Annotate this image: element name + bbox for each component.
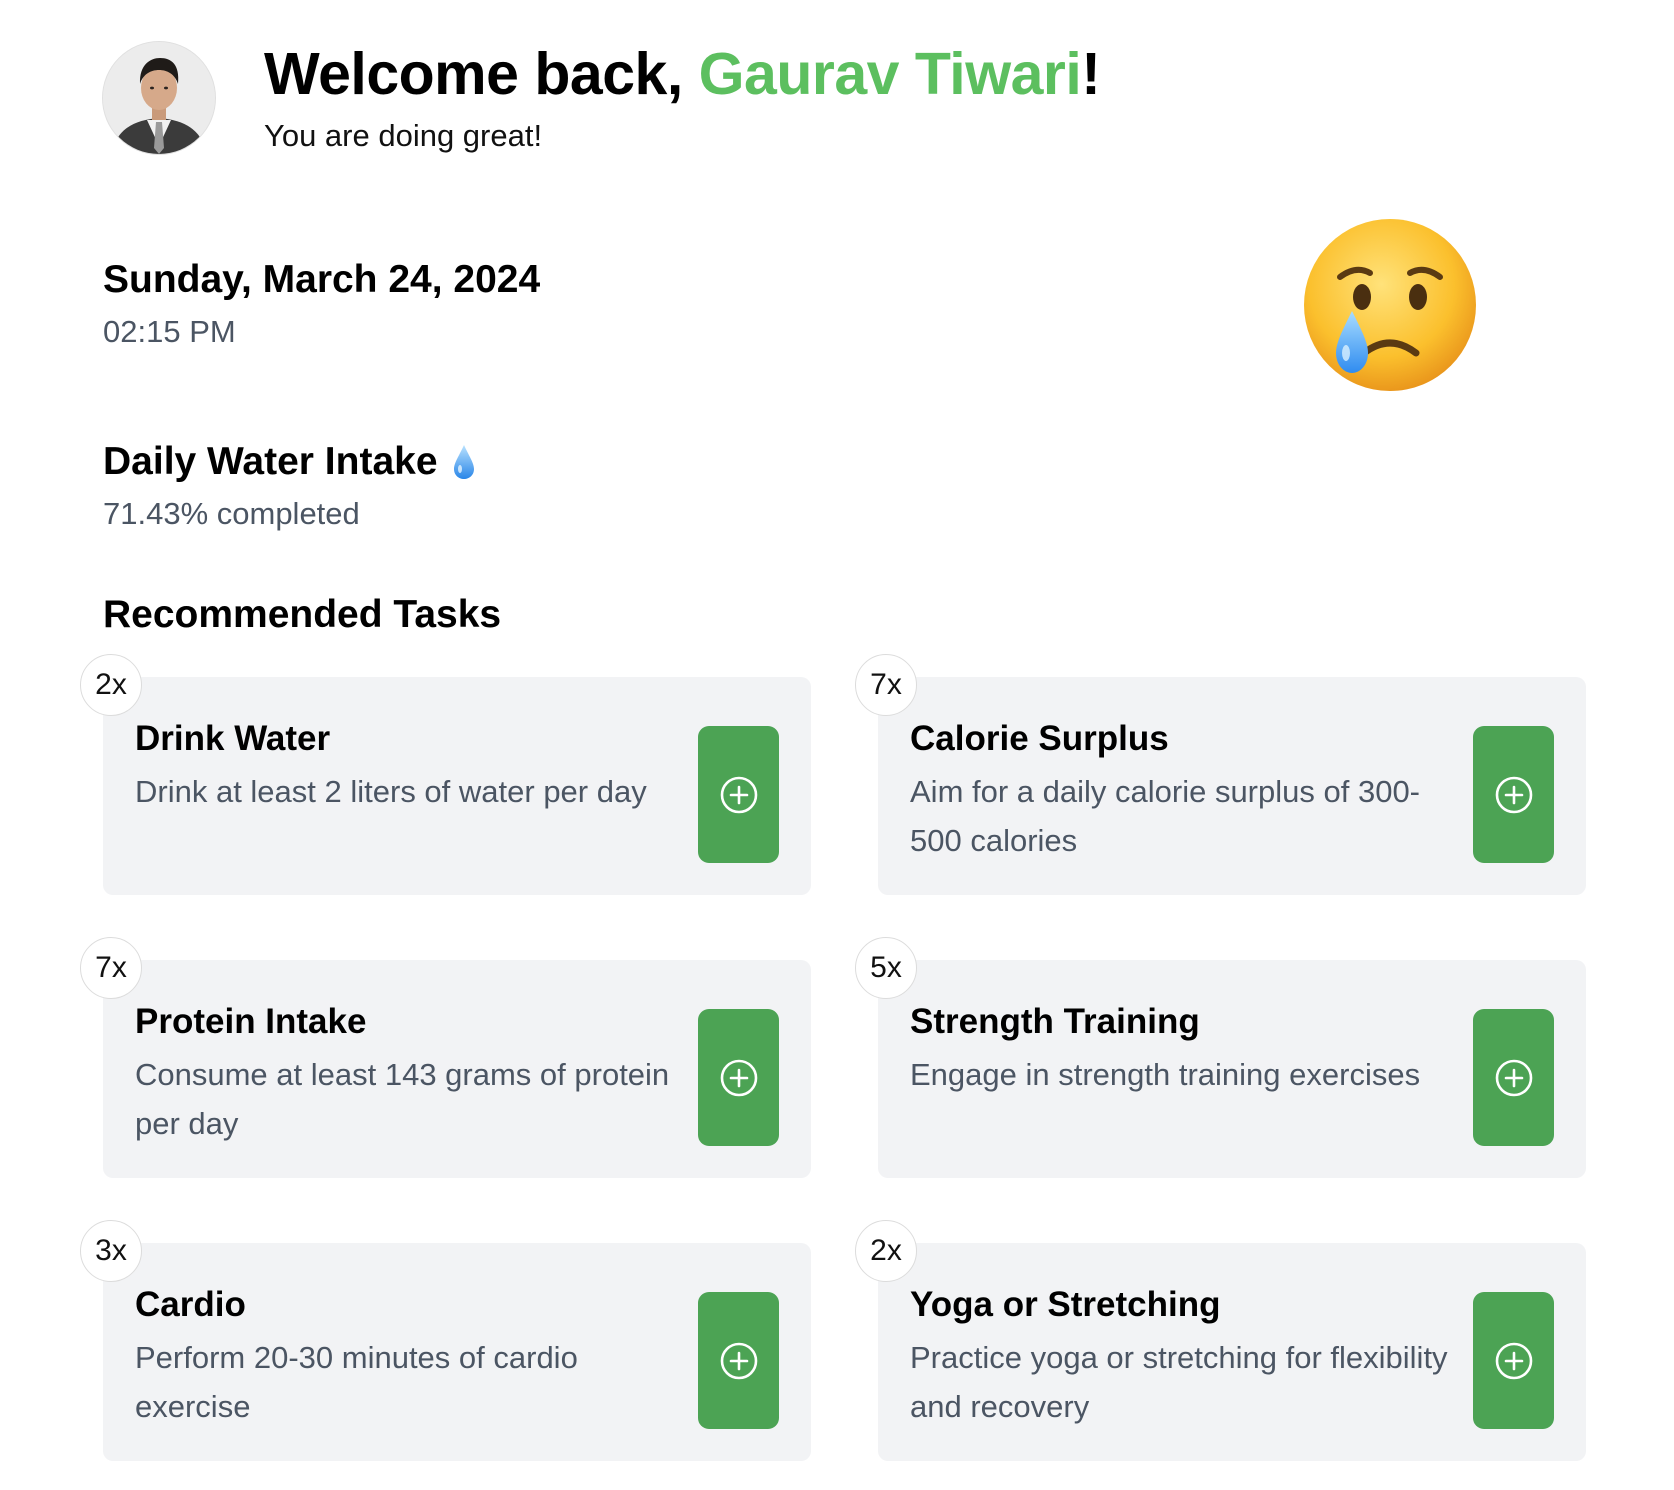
task-title: Protein Intake <box>135 1002 367 1041</box>
add-task-button[interactable] <box>698 1292 779 1429</box>
welcome-suffix: ! <box>1081 41 1101 107</box>
task-description: Perform 20-30 minutes of cardio exercise <box>135 1340 578 1424</box>
recommended-tasks-title: Recommended Tasks <box>103 593 502 636</box>
current-time: 02:15 PM <box>103 314 236 349</box>
crying-face-icon <box>1300 215 1480 395</box>
task-description: Consume at least 143 grams of protein pe… <box>135 1057 670 1141</box>
add-task-button[interactable] <box>1473 1292 1554 1429</box>
plus-circle-icon <box>1495 1342 1532 1379</box>
plus-circle-icon <box>720 776 757 813</box>
task-count-badge: 2x <box>80 654 142 716</box>
water-intake-title: Daily Water Intake <box>103 440 476 484</box>
plus-circle-icon <box>1495 1059 1532 1096</box>
avatar <box>103 42 215 154</box>
task-card-cardio: 3x Cardio Perform 20-30 minutes of cardi… <box>80 1220 811 1461</box>
task-card-drink-water: 2x Drink Water Drink at least 2 liters o… <box>80 654 811 895</box>
add-task-button[interactable] <box>1473 726 1554 863</box>
task-count-badge: 7x <box>855 654 917 716</box>
task-card-yoga-stretching: 2x Yoga or Stretching Practice yoga or s… <box>855 1220 1586 1461</box>
add-task-button[interactable] <box>698 726 779 863</box>
task-title: Drink Water <box>135 719 331 758</box>
task-title: Cardio <box>135 1285 246 1324</box>
task-count-badge: 2x <box>855 1220 917 1282</box>
task-title: Strength Training <box>910 1002 1200 1041</box>
task-title: Calorie Surplus <box>910 719 1169 758</box>
plus-circle-icon <box>720 1342 757 1379</box>
welcome-subtitle: You are doing great! <box>264 118 543 153</box>
task-card-calorie-surplus: 7x Calorie Surplus Aim for a daily calor… <box>855 654 1586 895</box>
add-task-button[interactable] <box>1473 1009 1554 1146</box>
task-description: Aim for a daily calorie surplus of 300-5… <box>910 774 1421 858</box>
task-count-badge: 5x <box>855 937 917 999</box>
water-progress-text: 71.43% completed <box>103 496 360 531</box>
welcome-prefix: Welcome back, <box>264 41 699 107</box>
task-description: Practice yoga or stretching for flexibil… <box>910 1340 1448 1424</box>
task-count-badge: 7x <box>80 937 142 999</box>
plus-circle-icon <box>720 1059 757 1096</box>
task-title: Yoga or Stretching <box>910 1285 1221 1324</box>
task-description: Engage in strength training exercises <box>910 1057 1421 1092</box>
task-count-badge: 3x <box>80 1220 142 1282</box>
task-description: Drink at least 2 liters of water per day <box>135 774 647 809</box>
user-name: Gaurav Tiwari <box>698 41 1082 107</box>
task-card-protein-intake: 7x Protein Intake Consume at least 143 g… <box>80 937 811 1178</box>
plus-circle-icon <box>1495 776 1532 813</box>
water-intake-label: Daily Water Intake <box>103 440 438 483</box>
add-task-button[interactable] <box>698 1009 779 1146</box>
welcome-heading: Welcome back, Gaurav Tiwari! <box>264 40 1101 108</box>
user-photo-icon <box>103 42 215 154</box>
current-date: Sunday, March 24, 2024 <box>103 258 541 301</box>
water-drop-icon <box>453 445 474 479</box>
task-card-strength-training: 5x Strength Training Engage in strength … <box>855 937 1586 1178</box>
